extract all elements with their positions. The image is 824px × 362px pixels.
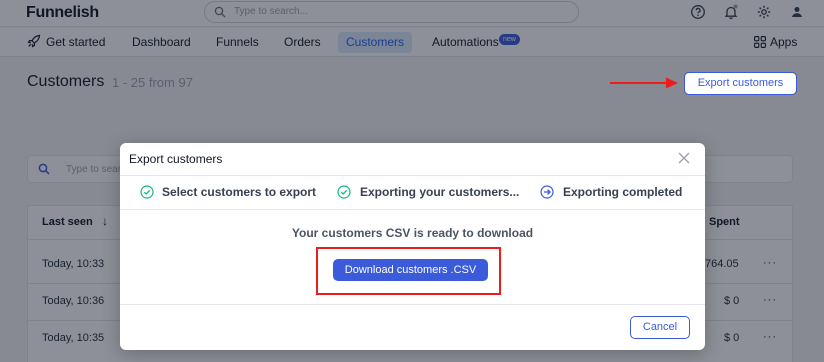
step-exporting: Exporting your customers... <box>360 185 520 199</box>
cancel-button[interactable]: Cancel <box>630 316 690 339</box>
modal-divider <box>120 304 705 305</box>
modal-divider <box>120 175 705 176</box>
close-icon[interactable] <box>677 151 691 165</box>
check-circle-icon <box>140 185 154 199</box>
arrow-circle-icon <box>540 185 554 199</box>
export-customers-modal: Export customers Select customers to exp… <box>120 143 705 350</box>
step-select-customers: Select customers to export <box>162 185 317 199</box>
ready-message: Your customers CSV is ready to download <box>291 226 534 240</box>
annotation-arrow-icon <box>610 77 678 89</box>
download-csv-button[interactable]: Download customers .CSV <box>333 259 488 281</box>
step-completed: Exporting completed <box>563 185 683 199</box>
export-customers-button-highlight[interactable]: Export customers <box>684 72 797 95</box>
modal-title: Export customers <box>129 152 223 166</box>
check-circle-icon <box>337 185 351 199</box>
modal-divider <box>120 209 705 210</box>
